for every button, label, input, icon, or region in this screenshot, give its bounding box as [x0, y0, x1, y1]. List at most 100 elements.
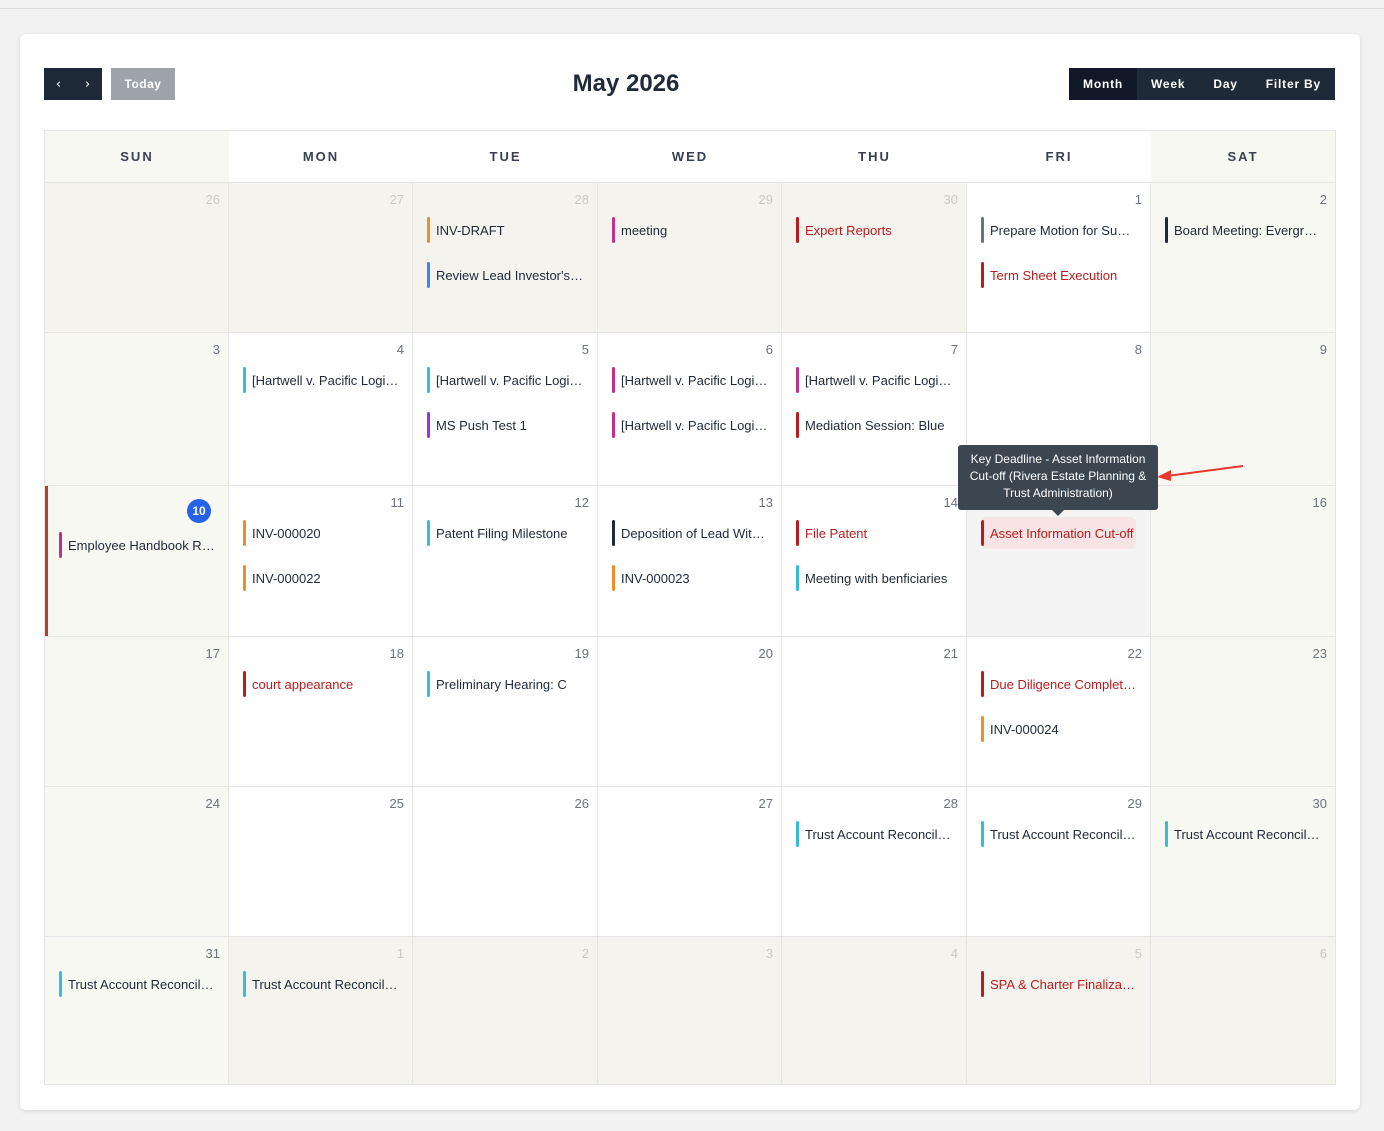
- calendar-event[interactable]: [Hartwell v. Pacific Logistics]: [612, 412, 768, 438]
- event-title: Deposition of Lead Witness: [621, 525, 768, 541]
- day-cell[interactable]: 13 Deposition of Lead Witness INV-000023: [598, 486, 782, 636]
- event-title: Trust Account Reconciliation: [68, 976, 215, 992]
- day-cell[interactable]: 25: [229, 787, 413, 936]
- weekday-sun: SUN: [45, 131, 229, 182]
- day-number: 2: [581, 946, 589, 961]
- weekday-fri: FRI: [967, 131, 1151, 182]
- day-number: 25: [389, 796, 404, 811]
- day-cell[interactable]: 31 Trust Account Reconciliation: [45, 937, 229, 1084]
- calendar-event[interactable]: Trust Account Reconciliation: [981, 821, 1137, 847]
- calendar-event[interactable]: INV-DRAFT: [427, 217, 583, 243]
- view-day-button[interactable]: Day: [1199, 68, 1251, 100]
- filter-by-button[interactable]: Filter By: [1252, 68, 1335, 100]
- calendar-event[interactable]: Term Sheet Execution: [981, 262, 1137, 288]
- day-cell[interactable]: 14 File Patent Meeting with benficiaries: [782, 486, 967, 636]
- day-cell[interactable]: 2: [413, 937, 598, 1084]
- day-cell[interactable]: 26: [413, 787, 598, 936]
- day-cell[interactable]: 12 Patent Filing Milestone: [413, 486, 598, 636]
- calendar-event[interactable]: Asset Information Cut-off: [981, 517, 1136, 549]
- day-cell[interactable]: 19 Preliminary Hearing: C: [413, 637, 598, 786]
- day-cell[interactable]: 1 Trust Account Reconciliation: [229, 937, 413, 1084]
- calendar-event[interactable]: INV-000020: [243, 520, 399, 546]
- day-number: 11: [390, 495, 405, 510]
- calendar-event[interactable]: INV-000024: [981, 716, 1137, 742]
- calendar-event[interactable]: Trust Account Reconciliation: [59, 971, 215, 997]
- day-cell[interactable]: 10 Employee Handbook Review: [45, 486, 229, 636]
- event-title: Trust Account Reconciliation: [252, 976, 399, 992]
- calendar-event[interactable]: Preliminary Hearing: C: [427, 671, 583, 697]
- calendar-event[interactable]: Review Lead Investor's Term Sheet: [427, 262, 583, 288]
- day-cell[interactable]: 7 [Hartwell v. Pacific Logistics] Mediatio…: [782, 333, 967, 485]
- calendar-event[interactable]: Meeting with benficiaries: [796, 565, 952, 591]
- day-cell[interactable]: 2 Board Meeting: Evergreen: [1151, 183, 1335, 332]
- calendar-event[interactable]: Expert Reports: [796, 217, 952, 243]
- calendar-event[interactable]: Board Meeting: Evergreen: [1165, 217, 1321, 243]
- day-cell[interactable]: 30 Trust Account Reconciliation: [1151, 787, 1335, 936]
- calendar-event[interactable]: [Hartwell v. Pacific Logistics]: [612, 367, 768, 393]
- event-title: INV-000022: [252, 570, 321, 586]
- top-divider: [0, 8, 1384, 9]
- event-color-bar: [59, 532, 62, 558]
- day-cell[interactable]: 4: [782, 937, 967, 1084]
- calendar-event[interactable]: court appearance: [243, 671, 399, 697]
- day-cell[interactable]: 3: [45, 333, 229, 485]
- event-title: INV-000023: [621, 570, 690, 586]
- calendar-event[interactable]: INV-000023: [612, 565, 768, 591]
- event-color-bar: [1165, 821, 1168, 847]
- calendar-event[interactable]: File Patent: [796, 520, 952, 546]
- calendar-event[interactable]: meeting: [612, 217, 768, 243]
- calendar-event[interactable]: Patent Filing Milestone: [427, 520, 583, 546]
- calendar-event[interactable]: MS Push Test 1: [427, 412, 583, 438]
- calendar-event[interactable]: Trust Account Reconciliation: [243, 971, 399, 997]
- day-number: 12: [574, 495, 589, 510]
- calendar-event[interactable]: Deposition of Lead Witness: [612, 520, 768, 546]
- event-color-bar: [427, 412, 430, 438]
- day-cell[interactable]: 6 [Hartwell v. Pacific Logistics] [Hartwel…: [598, 333, 782, 485]
- day-cell[interactable]: 5 SPA & Charter Finalization: [967, 937, 1151, 1084]
- day-cell[interactable]: 27: [229, 183, 413, 332]
- event-color-bar: [427, 367, 430, 393]
- day-number: 13: [758, 495, 773, 510]
- day-cell[interactable]: 18 court appearance: [229, 637, 413, 786]
- view-month-button[interactable]: Month: [1069, 68, 1138, 100]
- calendar-event[interactable]: Employee Handbook Review: [59, 532, 215, 558]
- calendar-event[interactable]: INV-000022: [243, 565, 399, 591]
- day-cell[interactable]: 26: [45, 183, 229, 332]
- day-cell[interactable]: 4 [Hartwell v. Pacific Logistics]: [229, 333, 413, 485]
- day-number: 5: [581, 342, 589, 357]
- weeks-container: 262728INV-DRAFTReview Lead Investor's Te…: [45, 183, 1335, 1084]
- day-cell[interactable]: 23: [1151, 637, 1335, 786]
- calendar-event[interactable]: Trust Account Reconciliation: [1165, 821, 1321, 847]
- calendar-event[interactable]: [Hartwell v. Pacific Logistics]: [243, 367, 399, 393]
- calendar-event[interactable]: [Hartwell v. Pacific Logistics]: [796, 367, 952, 393]
- day-cell[interactable]: 28 Trust Account Reconciliation: [782, 787, 967, 936]
- weekday-header: SUN MON TUE WED THU FRI SAT: [45, 131, 1335, 183]
- day-cell[interactable]: 17: [45, 637, 229, 786]
- day-cell[interactable]: 5 [Hartwell v. Pacific Logistics] MS Push …: [413, 333, 598, 485]
- calendar-event[interactable]: Prepare Motion for Summary Judgment: [981, 217, 1137, 243]
- today-indicator-bar: [45, 486, 48, 636]
- day-cell[interactable]: 1 Prepare Motion for Summary Judgment Term…: [967, 183, 1151, 332]
- calendar-event[interactable]: SPA & Charter Finalization: [981, 971, 1137, 997]
- day-cell[interactable]: 16: [1151, 486, 1335, 636]
- day-cell[interactable]: 29 Trust Account Reconciliation: [967, 787, 1151, 936]
- day-cell[interactable]: 24: [45, 787, 229, 936]
- day-cell[interactable]: 28 INV-DRAFT Review Lead Investor's Term S…: [413, 183, 598, 332]
- view-week-button[interactable]: Week: [1137, 68, 1199, 100]
- day-cell[interactable]: 22 Due Diligence Completion INV-000024: [967, 637, 1151, 786]
- calendar-event[interactable]: Trust Account Reconciliation: [796, 821, 952, 847]
- day-cell[interactable]: 30 Expert Reports: [782, 183, 967, 332]
- today-date-badge: 10: [187, 499, 211, 523]
- calendar-title: May 2026: [572, 70, 680, 97]
- event-color-bar: [981, 821, 984, 847]
- calendar-event[interactable]: Mediation Session: Blue: [796, 412, 952, 438]
- calendar-event[interactable]: [Hartwell v. Pacific Logistics]: [427, 367, 583, 393]
- day-cell[interactable]: 6: [1151, 937, 1335, 1084]
- day-cell[interactable]: 3: [598, 937, 782, 1084]
- day-cell[interactable]: 29 meeting: [598, 183, 782, 332]
- day-cell[interactable]: 20: [598, 637, 782, 786]
- day-cell[interactable]: 27: [598, 787, 782, 936]
- day-cell[interactable]: 11 INV-000020 INV-000022: [229, 486, 413, 636]
- calendar-event[interactable]: Due Diligence Completion: [981, 671, 1137, 697]
- day-cell[interactable]: 21: [782, 637, 967, 786]
